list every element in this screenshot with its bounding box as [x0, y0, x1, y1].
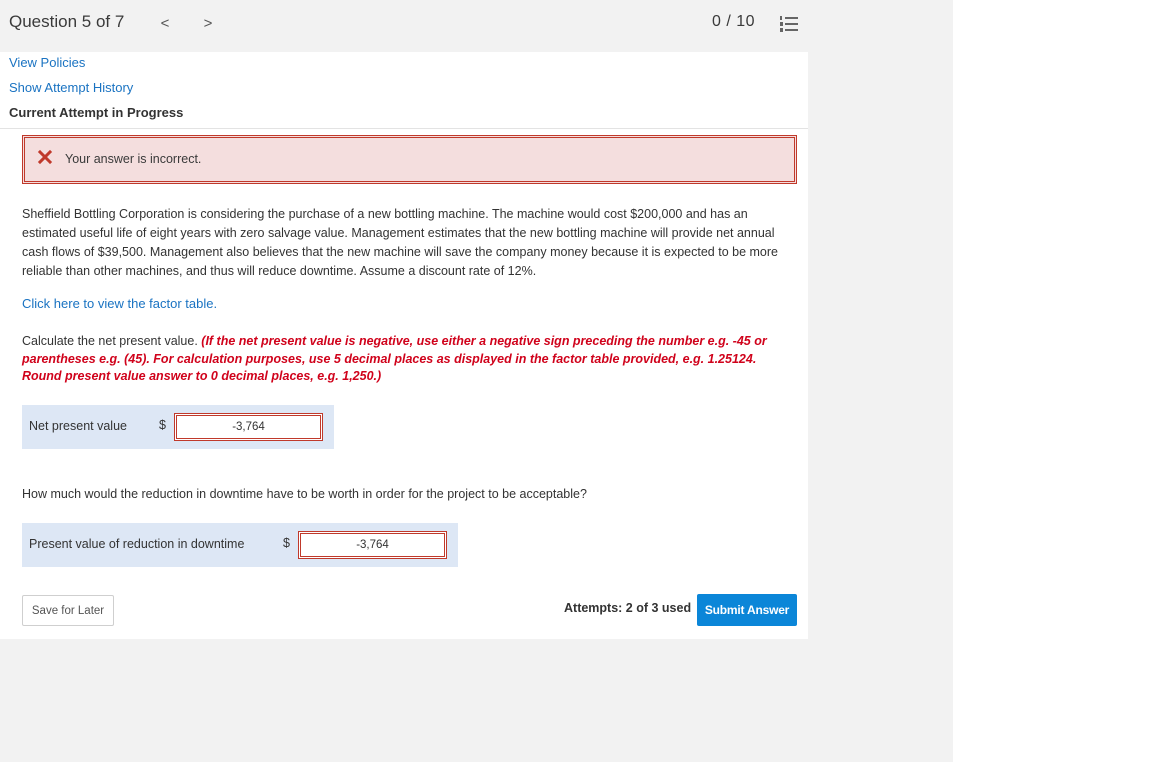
problem-statement: Sheffield Bottling Corporation is consid…	[22, 207, 778, 278]
numbered-list-icon[interactable]	[779, 15, 799, 33]
divider	[0, 128, 808, 129]
factor-table-link[interactable]: Click here to view the factor table.	[22, 296, 217, 311]
answer-row-downtime: Present value of reduction in downtime $	[22, 523, 458, 567]
question-card: View Policies Show Attempt History Curre…	[0, 52, 808, 639]
attempts-counter: Attempts: 2 of 3 used	[564, 601, 692, 615]
net-present-value-label: Net present value	[29, 419, 127, 433]
question-title: Question 5 of 7	[9, 12, 125, 31]
view-policies-link[interactable]: View Policies	[9, 55, 85, 70]
downtime-value-input[interactable]	[298, 531, 447, 559]
downtime-value-label: Present value of reduction in downtime	[29, 537, 245, 551]
incorrect-answer-message: Your answer is incorrect.	[65, 152, 202, 166]
answer-row-net-present-value: Net present value $	[22, 405, 334, 449]
instructions: Calculate the net present value. (If the…	[22, 333, 797, 386]
question-header: Question 5 of 7 < > 0 / 10	[0, 0, 808, 50]
current-attempt-heading: Current Attempt in Progress	[9, 105, 184, 120]
show-attempt-history-link[interactable]: Show Attempt History	[9, 80, 133, 95]
previous-question-button[interactable]: <	[157, 13, 173, 33]
incorrect-answer-banner: Your answer is incorrect.	[22, 135, 797, 184]
score: 0 / 10	[712, 13, 756, 30]
save-for-later-button[interactable]: Save for Later	[22, 595, 114, 626]
close-icon	[37, 149, 53, 165]
submit-answer-button[interactable]: Submit Answer	[697, 594, 797, 626]
next-question-button[interactable]: >	[200, 13, 216, 33]
page-background: Question 5 of 7 < > 0 / 10 View Policies…	[0, 0, 953, 762]
currency-symbol: $	[159, 418, 166, 432]
net-present-value-input[interactable]	[174, 413, 323, 441]
instructions-prefix: Calculate the net present value.	[22, 334, 202, 348]
follow-up-question: How much would the reduction in downtime…	[22, 487, 587, 501]
currency-symbol: $	[283, 536, 290, 550]
